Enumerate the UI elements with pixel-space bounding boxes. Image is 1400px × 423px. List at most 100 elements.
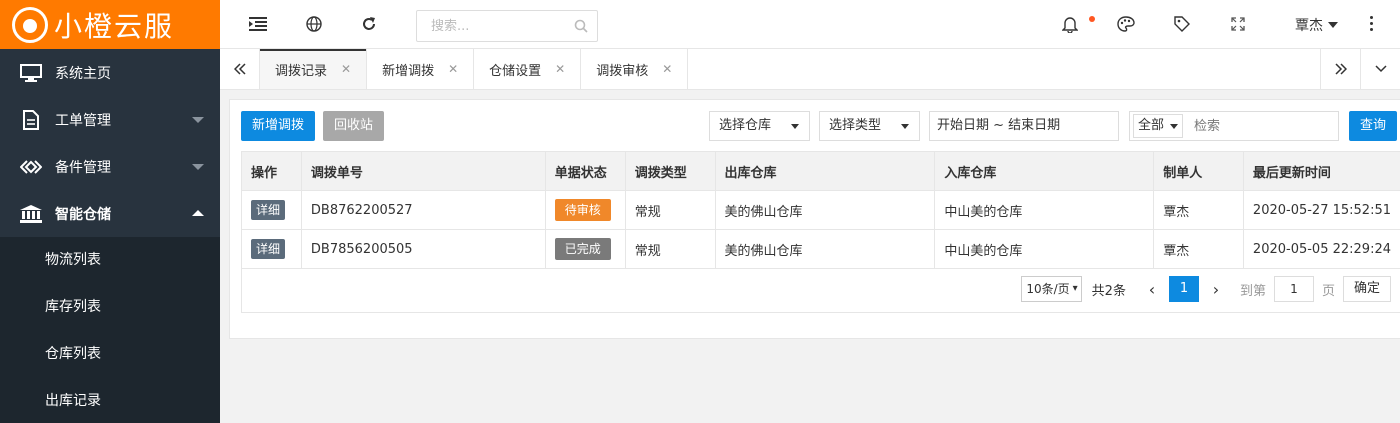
column-header: 调拨单号 bbox=[300, 151, 546, 191]
column-header: 出库仓库 bbox=[714, 151, 936, 191]
sidebar-item-label: 系统主页 bbox=[55, 65, 111, 82]
sidebar-subitem-logistics[interactable]: 物流列表 bbox=[0, 237, 220, 284]
search-input[interactable] bbox=[417, 11, 567, 41]
out-warehouse-cell: 美的佛山仓库 bbox=[714, 190, 936, 230]
prev-page-icon[interactable]: ‹ bbox=[1138, 280, 1166, 299]
close-icon[interactable]: ✕ bbox=[448, 62, 458, 76]
caret-down-icon bbox=[1170, 124, 1178, 129]
type-select-value: 选择类型 bbox=[829, 118, 882, 133]
close-icon[interactable]: ✕ bbox=[662, 62, 672, 76]
sidebar-item-home[interactable]: 系统主页 bbox=[0, 49, 220, 96]
status-badge: 已完成 bbox=[554, 238, 611, 260]
type-cell: 常规 bbox=[624, 190, 716, 230]
detail-button[interactable]: 详细 bbox=[251, 239, 286, 259]
goto-confirm-button[interactable]: 确定 bbox=[1342, 276, 1391, 302]
close-icon[interactable]: ✕ bbox=[555, 62, 565, 76]
column-header: 操作 bbox=[241, 151, 302, 191]
caret-down-icon bbox=[901, 124, 909, 129]
sidebar-item-storage[interactable]: 智能仓储 bbox=[0, 190, 220, 237]
page-size-value: 10条/页 bbox=[1026, 282, 1070, 296]
notification-dot bbox=[1089, 16, 1095, 22]
column-header: 单据状态 bbox=[544, 151, 626, 191]
transfer-no-cell: DB7856200505 bbox=[300, 229, 546, 269]
detail-button[interactable]: 详细 bbox=[251, 200, 286, 220]
keyword-search-group: 全部 bbox=[1129, 111, 1339, 141]
table-row: 详细 DB7856200505 已完成 常规 美的佛山仓库 中山美的仓库 覃杰 … bbox=[241, 229, 1400, 269]
warehouse-select[interactable]: 选择仓库 bbox=[709, 111, 810, 141]
search-box bbox=[416, 10, 598, 42]
transfer-no-cell: DB8762200527 bbox=[300, 190, 546, 230]
tab-label: 仓储设置 bbox=[489, 63, 542, 79]
query-button[interactable]: 查询 bbox=[1349, 111, 1398, 141]
warehouse-select-value: 选择仓库 bbox=[719, 118, 772, 133]
more-vertical-icon[interactable] bbox=[1370, 16, 1374, 34]
user-name: 覃杰 bbox=[1295, 18, 1323, 34]
add-transfer-button[interactable]: 新增调拨 bbox=[241, 111, 316, 141]
keyword-input[interactable] bbox=[1192, 114, 1332, 138]
globe-icon[interactable] bbox=[304, 14, 324, 34]
status-cell: 待审核 bbox=[544, 190, 626, 230]
status-cell: 已完成 bbox=[544, 229, 626, 269]
tabs-menu-chevron-down-icon[interactable] bbox=[1360, 49, 1400, 89]
recycle-bin-button[interactable]: 回收站 bbox=[323, 111, 385, 141]
tabs-scroll-right-icon[interactable] bbox=[1320, 49, 1360, 89]
in-warehouse-cell: 中山美的仓库 bbox=[934, 190, 1155, 230]
tag-icon[interactable] bbox=[1172, 14, 1192, 34]
pagination: 10条/页 ▾ 共2条 ‹ 1 › 到第 页 确定 bbox=[1021, 276, 1391, 302]
page-size-select[interactable]: 10条/页 ▾ bbox=[1021, 276, 1082, 302]
close-icon[interactable]: ✕ bbox=[341, 62, 351, 76]
next-page-icon[interactable]: › bbox=[1202, 280, 1230, 299]
column-header: 最后更新时间 bbox=[1242, 151, 1400, 191]
in-warehouse-cell: 中山美的仓库 bbox=[934, 229, 1155, 269]
total-count: 共2条 bbox=[1091, 283, 1126, 299]
monitor-icon bbox=[20, 63, 42, 82]
sidebar-subitem-warehouses[interactable]: 仓库列表 bbox=[0, 331, 220, 378]
chevron-down-icon bbox=[192, 164, 204, 170]
menu-fold-icon[interactable] bbox=[248, 14, 268, 34]
sidebar-item-label: 备件管理 bbox=[55, 159, 111, 176]
tab-list: 调拨记录 ✕ 新增调拨 ✕ 仓储设置 ✕ 调拨审核 ✕ bbox=[260, 49, 689, 89]
goto-label: 到第 bbox=[1239, 283, 1266, 299]
search-icon[interactable] bbox=[574, 19, 588, 37]
tab-transfer-review[interactable]: 调拨审核 ✕ bbox=[581, 49, 689, 89]
sidebar: 小橙云服 系统主页 工单管理 备件管理 智能仓储 物流列表 库存列表 仓库列表 … bbox=[0, 0, 220, 423]
sidebar-subitem-outbound[interactable]: 出库记录 bbox=[0, 378, 220, 423]
tab-transfer-records[interactable]: 调拨记录 ✕ bbox=[260, 49, 368, 89]
column-header: 制单人 bbox=[1153, 151, 1244, 191]
sidebar-subitem-inventory[interactable]: 库存列表 bbox=[0, 284, 220, 331]
scope-select[interactable]: 全部 bbox=[1133, 114, 1183, 138]
tab-new-transfer[interactable]: 新增调拨 ✕ bbox=[367, 49, 475, 89]
tab-label: 调拨审核 bbox=[596, 63, 649, 79]
type-select[interactable]: 选择类型 bbox=[819, 111, 920, 141]
date-range-input[interactable]: 开始日期 ~ 结束日期 bbox=[929, 111, 1119, 141]
table-row: 详细 DB8762200527 待审核 常规 美的佛山仓库 中山美的仓库 覃杰 … bbox=[241, 190, 1400, 230]
caret-down-icon bbox=[791, 124, 799, 129]
scope-select-value: 全部 bbox=[1138, 118, 1165, 133]
refresh-icon[interactable] bbox=[359, 14, 379, 34]
type-cell: 常规 bbox=[624, 229, 716, 269]
sidebar-item-workorders[interactable]: 工单管理 bbox=[0, 96, 220, 143]
column-header: 调拨类型 bbox=[624, 151, 716, 191]
logo-text: 小橙云服 bbox=[54, 9, 175, 43]
content-panel: 新增调拨 回收站 选择仓库 选择类型 开始日期 ~ 结束日期 全部 查询 操作 … bbox=[229, 99, 1400, 339]
status-badge: 待审核 bbox=[554, 199, 611, 221]
submenu: 物流列表 库存列表 仓库列表 出库记录 bbox=[0, 237, 220, 423]
top-header: 覃杰 bbox=[220, 0, 1400, 49]
current-page[interactable]: 1 bbox=[1168, 276, 1199, 302]
tab-label: 调拨记录 bbox=[275, 63, 328, 79]
creator-cell: 覃杰 bbox=[1153, 229, 1244, 269]
user-menu[interactable]: 覃杰 bbox=[1295, 15, 1338, 35]
tab-storage-settings[interactable]: 仓储设置 ✕ bbox=[474, 49, 582, 89]
chevron-down-icon: ▾ bbox=[1072, 283, 1078, 294]
logo[interactable]: 小橙云服 bbox=[0, 0, 220, 49]
fullscreen-icon[interactable] bbox=[1228, 14, 1248, 34]
bell-icon[interactable] bbox=[1060, 14, 1080, 34]
sidebar-item-label: 智能仓储 bbox=[55, 206, 111, 223]
action-cell: 详细 bbox=[241, 190, 302, 230]
sidebar-item-spareparts[interactable]: 备件管理 bbox=[0, 143, 220, 190]
goto-page-input[interactable] bbox=[1273, 276, 1314, 302]
theme-palette-icon[interactable] bbox=[1116, 14, 1136, 34]
tabs-scroll-left-icon[interactable] bbox=[220, 49, 260, 89]
transfer-table: 操作 调拨单号 单据状态 调拨类型 出库仓库 入库仓库 制单人 最后更新时间 详… bbox=[241, 151, 1400, 269]
tabs-bar: 调拨记录 ✕ 新增调拨 ✕ 仓储设置 ✕ 调拨审核 ✕ bbox=[220, 49, 1400, 90]
